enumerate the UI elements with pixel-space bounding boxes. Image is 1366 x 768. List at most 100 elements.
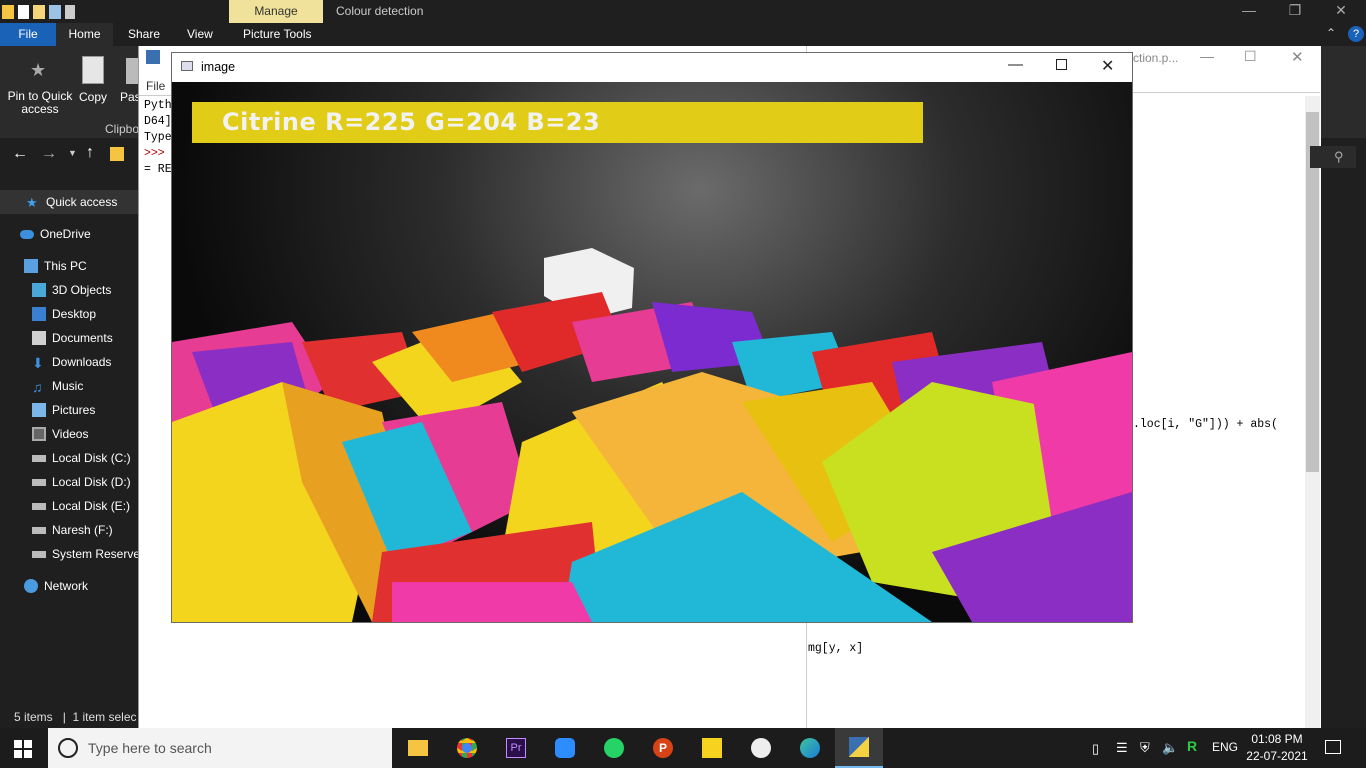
folder-icon (2, 4, 14, 19)
drive-icon (32, 526, 46, 534)
paint-app[interactable] (737, 728, 785, 768)
sidebar-item-pictures[interactable]: Pictures (0, 398, 138, 422)
usb-icon[interactable]: ▯ (1092, 741, 1099, 757)
drive-icon (32, 502, 46, 510)
zoom-app[interactable] (541, 728, 589, 768)
cubes (172, 248, 1132, 622)
sticky-notes-app[interactable] (688, 728, 736, 768)
sidebar-item-system-reserved[interactable]: System Reserved (0, 542, 138, 566)
premiere-app[interactable]: Pr (492, 728, 540, 768)
sidebar-item-quick-access[interactable]: ★ Quick access (0, 190, 138, 214)
shell-file-menu[interactable]: File (146, 79, 165, 93)
image-window[interactable]: image — ✕ Citrine R=225 G=204 B=23 (171, 52, 1133, 623)
tab-picture-tools[interactable]: Picture Tools (233, 23, 321, 46)
camera-icon (555, 738, 575, 758)
sidebar-item-videos[interactable]: Videos (0, 422, 138, 446)
editor-maximize-icon[interactable]: ☐ (1244, 48, 1257, 65)
drive-icon (32, 454, 46, 462)
clock[interactable]: 01:08 PM 22-07-2021 (1246, 731, 1308, 765)
r-app-icon[interactable]: R (1187, 738, 1197, 754)
tab-home[interactable]: Home (56, 23, 113, 46)
manage-tab[interactable]: Manage (229, 0, 323, 23)
chevron-up-icon[interactable]: ⌃ (1326, 26, 1336, 40)
minimize-icon[interactable]: — (1008, 56, 1023, 73)
window-icon (181, 61, 193, 71)
image-canvas[interactable]: Citrine R=225 G=204 B=23 (172, 82, 1132, 622)
shell-line: Pyth (144, 99, 172, 112)
cube-icon (32, 283, 46, 297)
tab-share[interactable]: Share (118, 23, 170, 46)
editor-minimize-icon[interactable]: — (1200, 48, 1214, 64)
pin-to-quick-access-button[interactable]: Pin to Quick access (4, 90, 76, 116)
pin-icon: ★ (30, 60, 47, 80)
forward-icon[interactable]: → (41, 145, 57, 163)
tab-view[interactable]: View (177, 23, 223, 46)
editor-close-icon[interactable]: ✕ (1291, 48, 1304, 66)
sidebar-item-local-disk-d[interactable]: Local Disk (D:) (0, 470, 138, 494)
sidebar-item-desktop[interactable]: Desktop (0, 302, 138, 326)
sidebar-item-3d-objects[interactable]: 3D Objects (0, 278, 138, 302)
language-indicator[interactable]: ENG (1212, 740, 1238, 754)
explorer-window-title: Colour detection (336, 4, 424, 18)
file-explorer-app[interactable] (394, 728, 442, 768)
paste-button[interactable]: Pas (120, 90, 140, 104)
sidebar-item-naresh-f[interactable]: Naresh (F:) (0, 518, 138, 542)
star-icon: ★ (26, 195, 38, 210)
taskbar-search-box[interactable]: Type here to search (48, 728, 392, 768)
new-folder-icon[interactable] (33, 4, 45, 19)
sidebar-item-music[interactable]: ♫ Music (0, 374, 138, 398)
shell-line: Type (144, 131, 172, 144)
navigation-pane: ★ Quick access OneDrive This PC 3D Object… (0, 188, 138, 708)
tab-file[interactable]: File (0, 23, 56, 46)
edge-app[interactable] (786, 728, 834, 768)
view-icon[interactable] (49, 4, 61, 19)
recent-locations-icon[interactable]: ▼ (68, 148, 77, 158)
premiere-icon: Pr (506, 738, 526, 758)
restore-icon[interactable]: ❐ (1272, 0, 1318, 23)
sidebar-item-local-disk-e[interactable]: Local Disk (E:) (0, 494, 138, 518)
sidebar-item-documents[interactable]: Documents (0, 326, 138, 350)
sidebar-item-network[interactable]: Network (0, 574, 138, 598)
picture-icon (32, 403, 46, 417)
close-icon[interactable]: ✕ (1101, 56, 1114, 76)
back-icon[interactable]: ← (12, 145, 28, 163)
chrome-app[interactable] (443, 728, 491, 768)
download-icon: ⬇ (32, 355, 44, 371)
notification-icon[interactable] (1325, 740, 1341, 754)
copy-button[interactable]: Copy (76, 90, 110, 104)
python-icon (146, 50, 160, 64)
customize-icon[interactable] (65, 4, 75, 19)
minimize-icon[interactable]: — (1226, 0, 1272, 23)
chrome-icon (457, 738, 477, 758)
shell-line: D64] (144, 115, 172, 128)
up-icon[interactable]: ↑ (86, 144, 94, 162)
close-icon[interactable]: ✕ (1318, 0, 1364, 23)
python-app[interactable] (835, 728, 883, 768)
wifi-icon[interactable]: ☰ (1116, 740, 1128, 756)
sidebar-item-onedrive[interactable]: OneDrive (0, 222, 138, 246)
paste-icon (126, 58, 138, 84)
computer-icon (24, 259, 38, 273)
defender-icon[interactable]: ⛨ (1140, 740, 1150, 756)
music-icon: ♫ (32, 379, 43, 395)
image-window-titlebar: image — ✕ (172, 53, 1132, 82)
status-bar: 5 items | 1 item selec (0, 706, 140, 728)
sidebar-item-local-disk-c[interactable]: Local Disk (C:) (0, 446, 138, 470)
start-button[interactable] (14, 740, 32, 758)
network-icon (24, 579, 38, 593)
explorer-search-box[interactable] (1310, 146, 1356, 168)
sidebar-item-this-pc[interactable]: This PC (0, 254, 138, 278)
presenter-app[interactable]: P (639, 728, 687, 768)
detected-color-label: Citrine R=225 G=204 B=23 (222, 108, 601, 136)
maximize-icon[interactable] (1056, 59, 1067, 70)
volume-icon[interactable]: 🔈 (1162, 740, 1178, 756)
cubes-artwork (172, 102, 1132, 622)
search-icon: ⚲ (1334, 149, 1344, 164)
desktop-icon (32, 307, 46, 321)
whatsapp-app[interactable] (590, 728, 638, 768)
help-icon[interactable]: ? (1348, 26, 1364, 42)
sidebar-item-downloads[interactable]: ⬇ Downloads (0, 350, 138, 374)
editor-title: ction.p... (1133, 51, 1179, 65)
properties-icon[interactable] (18, 4, 29, 19)
explorer-titlebar (0, 0, 1366, 23)
